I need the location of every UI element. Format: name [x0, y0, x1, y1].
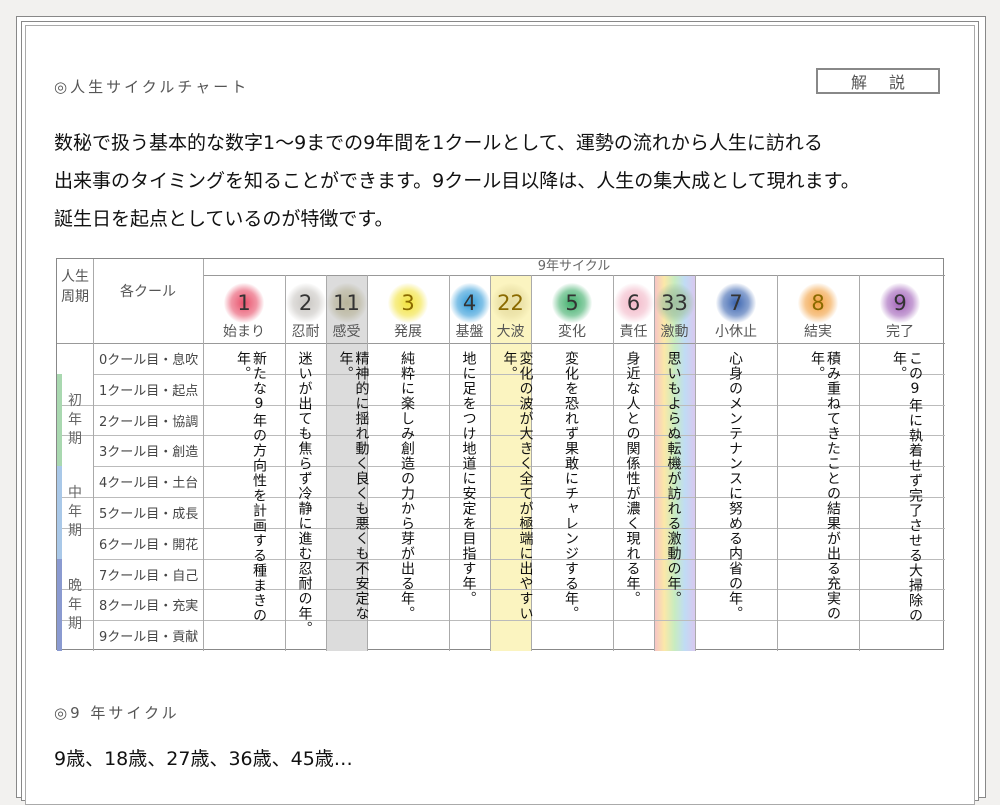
cycle-name: 責任 [619, 324, 648, 340]
kaisetsu-button[interactable]: 解説 [816, 68, 940, 94]
number-badge: 9 [880, 283, 920, 323]
intro-text: 数秘で扱う基本的な数字1〜9までの9年間を1クールとして、運勢の流れから人生に訪… [54, 124, 934, 238]
cour-label: 6クール目・開花 [99, 537, 199, 553]
number-badge: 7 [716, 283, 756, 323]
cour-label: 4クール目・土台 [99, 476, 199, 492]
number-badge: 33 [654, 283, 695, 323]
cour-label: 7クール目・自己 [99, 568, 199, 584]
number-badge: 1 [224, 283, 264, 323]
phase-label: 晩年期 [68, 577, 82, 632]
intro-line: 出来事のタイミングを知ることができます。9クール目以降は、人生の集大成として現れ… [54, 170, 860, 192]
intro-line: 誕生日を起点としているのが特徴です。 [54, 208, 394, 230]
cycle-ages: 9歳、18歳、27歳、36歳、45歳… [54, 748, 353, 770]
cycle-description: この9年に執着せず完了させる大掃除の年。 [891, 351, 923, 623]
cycle-name: 感受 [332, 324, 361, 340]
cycle-name: 大波 [496, 324, 525, 340]
number-badge: 22 [490, 283, 531, 323]
number-badge: 3 [388, 283, 428, 323]
cycle-name: 結実 [804, 324, 832, 340]
life-cycle-chart: 人生周期 各クール 9年サイクル 1 始まり新たな9年の方向性を計画する種まきの年。 2 忍… [56, 258, 945, 651]
phase-bar [57, 558, 62, 651]
grid-line [203, 275, 945, 276]
cycle-description: 積み重ねてきたことの結果が出る充実の年。 [809, 351, 841, 621]
phase-bar [57, 373, 62, 467]
phase-label: 中年期 [68, 485, 82, 540]
cycle-description: 身近な人との関係性が濃く現れる年。 [624, 351, 641, 606]
cycle-name: 変化 [558, 324, 586, 340]
grid-line [57, 343, 945, 344]
number-badge: 6 [613, 283, 654, 323]
life-period-header: 人生周期 [61, 269, 89, 305]
number-badge: 4 [449, 283, 490, 323]
cour-label: 0クール目・息吹 [99, 353, 199, 368]
cycle-name: 始まり [223, 324, 265, 340]
grid-line [203, 259, 204, 651]
cycle-name: 発展 [394, 324, 422, 340]
section-title-cycle: ◎9 年サイクル [54, 704, 180, 722]
cycle-description: 変化の波が大きく全てが極端に出やすい年。 [501, 351, 534, 621]
number-badge: 5 [552, 283, 592, 323]
cour-header: 各クール [120, 284, 176, 300]
grid-line [93, 259, 94, 651]
nine-year-cycle-header: 9年サイクル [537, 259, 611, 274]
cour-label: 3クール目・創造 [99, 445, 199, 461]
cycle-description: 新たな9年の方向性を計画する種まきの年。 [235, 351, 267, 623]
phase-label: 初年期 [68, 392, 82, 447]
cour-label: 8クール目・充実 [99, 599, 199, 615]
number-badge: 11 [326, 283, 367, 323]
cycle-description: 地に足をつけ地道に安定を目指す年。 [460, 351, 477, 606]
cour-label: 1クール目・起点 [99, 383, 199, 399]
number-badge: 2 [285, 283, 326, 323]
intro-line: 数秘で扱う基本的な数字1〜9までの9年間を1クールとして、運勢の流れから人生に訪… [54, 132, 823, 154]
phase-bar [57, 466, 62, 559]
cycle-name: 基盤 [455, 324, 484, 340]
cycle-name: 完了 [886, 324, 914, 340]
section-title-chart: ◎人生サイクルチャート [54, 78, 250, 96]
cycle-description: 心身のメンテナンスに努める内省の年。 [727, 351, 743, 621]
cycle-name: 激動 [660, 324, 689, 340]
cycle-name: 小休止 [715, 324, 757, 340]
cycle-description: 思いもよらぬ転機が訪れる激動の年。 [665, 351, 682, 606]
cycle-description: 純粋に楽しみ創造の力から芽が出る年。 [399, 351, 415, 621]
cycle-description: 精神的に揺れ動く良くも悪くも不安定な年。 [337, 351, 370, 621]
cour-label: 2クール目・協調 [99, 414, 199, 430]
cour-label: 5クール目・成長 [99, 507, 199, 522]
cycle-description: 迷いが出ても焦らず冷静に進む忍耐の年。 [296, 351, 313, 636]
cycle-description: 変化を恐れず果敢にチャレンジする年。 [563, 351, 579, 621]
cycle-name: 忍耐 [291, 324, 320, 340]
cour-label: 9クール目・貢献 [99, 630, 199, 646]
number-badge: 8 [798, 283, 838, 323]
